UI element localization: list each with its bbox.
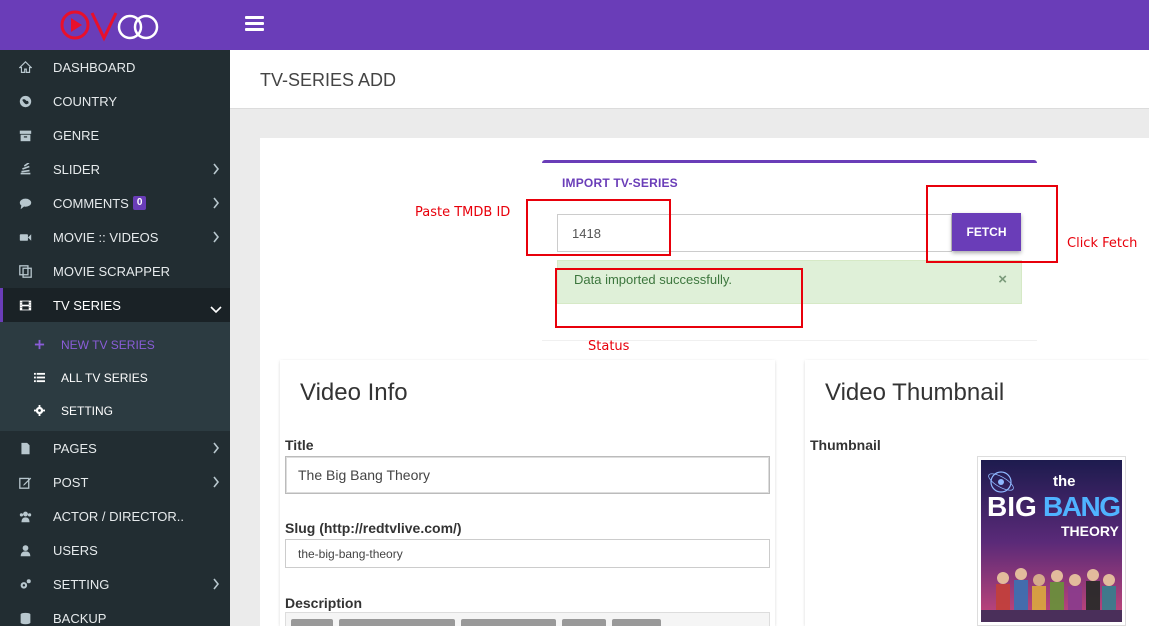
- sidebar-item-actor-director[interactable]: ACTOR / DIRECTOR..: [0, 499, 230, 533]
- tv-series-submenu: NEW TV SERIES ALL TV SERIES SETTING: [0, 322, 230, 431]
- user-icon: [18, 543, 32, 557]
- title-input[interactable]: The Big Bang Theory: [285, 456, 770, 494]
- sidebar-item-label: COUNTRY: [53, 93, 118, 109]
- film-icon: [18, 298, 32, 312]
- home-icon: [18, 60, 32, 74]
- chevron-right-icon: [212, 442, 220, 454]
- video-camera-icon: [18, 230, 32, 244]
- sidebar-item-movie-scrapper[interactable]: MOVIE SCRAPPER: [0, 254, 230, 288]
- sidebar-item-country[interactable]: COUNTRY: [0, 84, 230, 118]
- video-info-heading: Video Info: [300, 379, 408, 406]
- list-icon: [34, 372, 46, 383]
- sidebar-item-backup[interactable]: BACKUP: [0, 601, 230, 626]
- annotation-click-fetch: Click Fetch: [1067, 236, 1138, 251]
- thumbnail-image[interactable]: the BIG BANG THEORY: [977, 456, 1126, 626]
- comments-count-badge: 0: [132, 196, 147, 210]
- chevron-right-icon: [212, 476, 220, 488]
- file-icon: [18, 441, 32, 455]
- editor-toolbar-button[interactable]: [612, 619, 661, 626]
- sidebar-item-users[interactable]: USERS: [0, 533, 230, 567]
- video-thumbnail-heading: Video Thumbnail: [825, 379, 1005, 406]
- sidebar-item-label: MOVIE :: VIDEOS: [53, 229, 159, 245]
- submenu-item-setting[interactable]: SETTING: [0, 394, 230, 427]
- sidebar-item-label: COMMENTS: [53, 195, 129, 211]
- thumbnail-label: Thumbnail: [810, 437, 881, 453]
- video-info-panel: Video Info Title The Big Bang Theory Slu…: [280, 360, 775, 626]
- title-label: Title: [285, 437, 314, 453]
- editor-toolbar-button[interactable]: [339, 619, 455, 626]
- poster-big: BIG: [987, 491, 1037, 522]
- sidebar-item-label: GENRE: [53, 127, 100, 143]
- sidebar-item-label: DASHBOARD: [53, 59, 136, 75]
- users-icon: [18, 509, 32, 523]
- description-label: Description: [285, 595, 363, 611]
- sidebar: DASHBOARD COUNTRY GENRE SLIDER COMMENTS …: [0, 0, 230, 626]
- cogs-icon: [18, 577, 32, 591]
- chevron-right-icon: [212, 231, 220, 243]
- description-editor-toolbar: [285, 612, 770, 626]
- annotation-box-status: [555, 268, 803, 328]
- sidebar-item-slider[interactable]: SLIDER: [0, 152, 230, 186]
- stack-icon: [18, 162, 32, 176]
- menu-toggle-icon[interactable]: [245, 16, 264, 33]
- copy-icon: [18, 264, 32, 278]
- chevron-right-icon: [212, 197, 220, 209]
- annotation-box-fetch: [926, 185, 1058, 263]
- logo[interactable]: [0, 0, 230, 50]
- annotation-status: Status: [588, 339, 630, 354]
- sidebar-item-label: MOVIE SCRAPPER: [53, 263, 171, 279]
- alert-close-button[interactable]: ×: [998, 271, 1007, 288]
- import-panel-title: IMPORT TV-SERIES: [562, 176, 678, 190]
- top-navbar: [230, 0, 1149, 50]
- sidebar-item-movie-videos[interactable]: MOVIE :: VIDEOS: [0, 220, 230, 254]
- editor-toolbar-button[interactable]: [461, 619, 556, 626]
- sidebar-item-label: ACTOR / DIRECTOR..: [53, 508, 184, 524]
- submenu-item-label: ALL TV SERIES: [61, 370, 148, 385]
- sidebar-item-comments[interactable]: COMMENTS 0: [0, 186, 230, 220]
- sidebar-item-setting[interactable]: SETTING: [0, 567, 230, 601]
- plus-icon: [34, 339, 46, 350]
- database-icon: [18, 611, 32, 625]
- page-title: TV-SERIES ADD: [260, 70, 397, 90]
- globe-icon: [18, 94, 32, 108]
- edit-icon: [18, 475, 32, 489]
- submenu-item-label: NEW TV SERIES: [61, 337, 155, 352]
- gear-icon: [34, 405, 46, 416]
- sidebar-item-label: BACKUP: [53, 610, 107, 626]
- sidebar-item-pages[interactable]: PAGES: [0, 431, 230, 465]
- editor-toolbar-button[interactable]: [562, 619, 606, 626]
- submenu-item-all-tv-series[interactable]: ALL TV SERIES: [0, 361, 230, 394]
- sidebar-item-label: POST: [53, 474, 89, 490]
- slug-label: Slug (http://redtvlive.com/): [285, 520, 462, 536]
- poster-bang: BANG: [1043, 491, 1121, 522]
- submenu-item-label: SETTING: [61, 403, 114, 418]
- video-thumbnail-panel: Video Thumbnail Thumbnail the BIG BANG T…: [805, 360, 1149, 626]
- sidebar-item-post[interactable]: POST: [0, 465, 230, 499]
- chevron-down-icon: [210, 302, 222, 314]
- slug-input[interactable]: the-big-bang-theory: [285, 539, 770, 568]
- editor-toolbar-button[interactable]: [291, 619, 333, 626]
- poster-graphic: the BIG BANG THEORY: [981, 460, 1122, 622]
- annotation-paste-tmdb-id: Paste TMDB ID: [415, 205, 511, 220]
- sidebar-item-label: SLIDER: [53, 161, 100, 177]
- sidebar-item-genre[interactable]: GENRE: [0, 118, 230, 152]
- poster-artwork: the BIG BANG THEORY: [981, 460, 1122, 622]
- sidebar-item-tv-series[interactable]: TV SERIES: [0, 288, 230, 322]
- chevron-right-icon: [212, 578, 220, 590]
- poster-the: the: [1053, 473, 1076, 490]
- sidebar-item-label: TV SERIES: [53, 297, 121, 313]
- voo-logo-icon: [60, 10, 159, 42]
- sidebar-item-label: USERS: [53, 542, 98, 558]
- sidebar-item-label: SETTING: [53, 576, 110, 592]
- poster-theory: THEORY: [1061, 523, 1119, 539]
- comment-icon: [18, 196, 32, 210]
- annotation-box-tmdb: [526, 199, 671, 256]
- sidebar-item-label: PAGES: [53, 440, 97, 456]
- archive-icon: [18, 128, 32, 142]
- chevron-right-icon: [212, 163, 220, 175]
- content-header: TV-SERIES ADD: [230, 50, 1149, 109]
- sidebar-item-dashboard[interactable]: DASHBOARD: [0, 50, 230, 84]
- submenu-item-new-tv-series[interactable]: NEW TV SERIES: [0, 328, 230, 361]
